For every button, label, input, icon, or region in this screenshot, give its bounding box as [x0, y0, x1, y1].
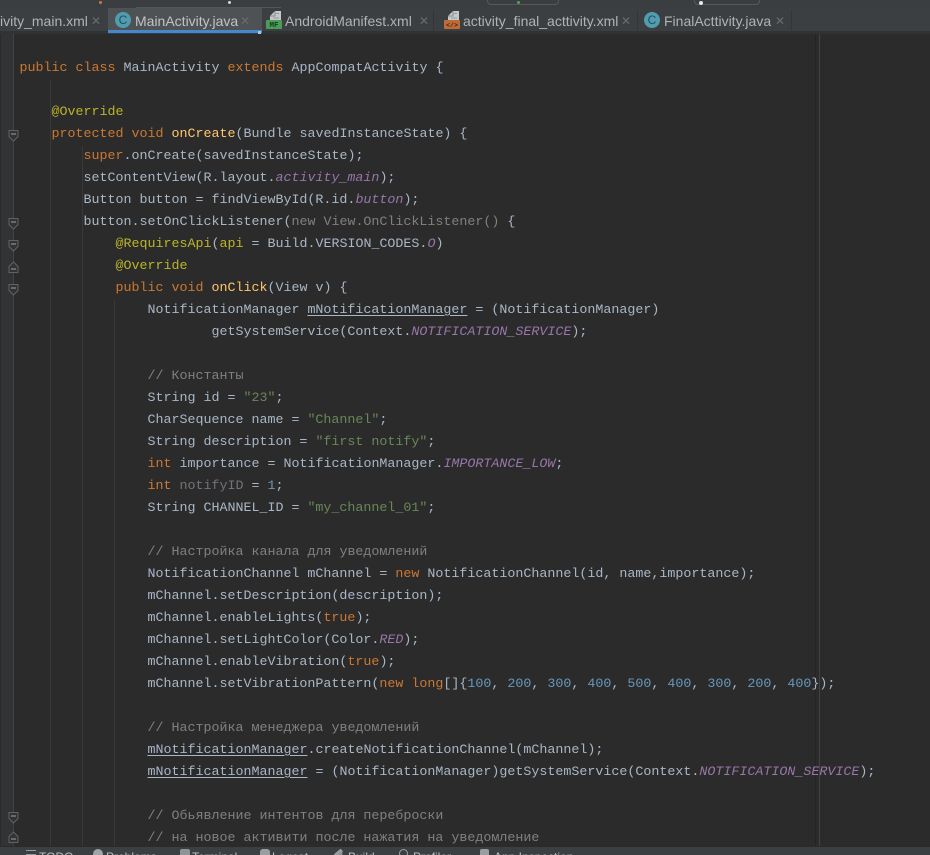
svg-text:MF: MF [269, 22, 279, 29]
svg-text:</>: </> [446, 22, 458, 29]
